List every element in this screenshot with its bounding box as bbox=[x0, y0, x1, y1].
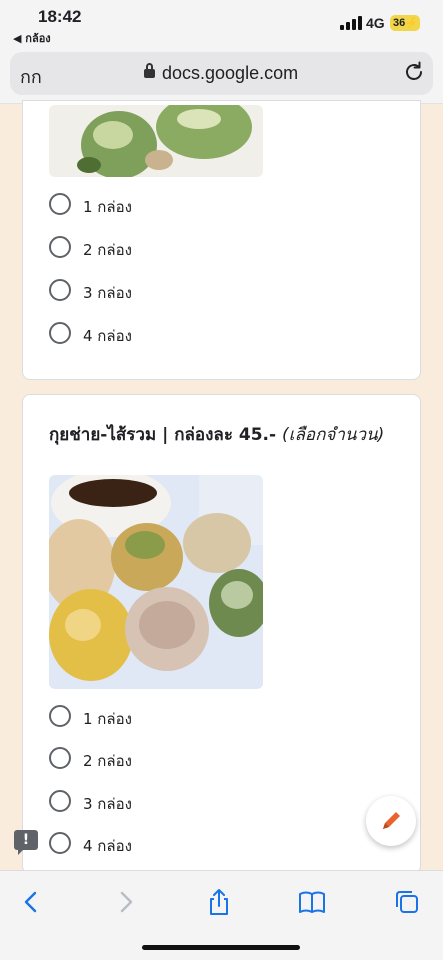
option-label: 4 กล่อง bbox=[83, 327, 132, 345]
forward-icon[interactable] bbox=[111, 887, 141, 917]
battery-icon: 36⚡ bbox=[390, 15, 420, 31]
option-1-box[interactable]: 1 กล่อง bbox=[49, 705, 249, 729]
network-type: 4G bbox=[366, 15, 385, 31]
question-title-text: กุยช่าย-ไส้รวม | กล่องละ 45.- bbox=[49, 425, 277, 445]
battery-level: 36 bbox=[393, 17, 406, 29]
option-label: 3 กล่อง bbox=[83, 795, 132, 813]
option-1-box[interactable]: 1 กล่อง bbox=[49, 193, 249, 217]
bookmarks-icon[interactable] bbox=[297, 887, 327, 917]
url-domain[interactable]: docs.google.com bbox=[162, 63, 298, 84]
address-bar[interactable]: กก docs.google.com bbox=[10, 52, 433, 95]
radio-button[interactable] bbox=[49, 832, 71, 854]
edit-response-button[interactable] bbox=[366, 796, 416, 846]
question-title: กุยช่าย-ไส้รวม | กล่องละ 45.- (เลือกจำนว… bbox=[49, 421, 384, 448]
question-note: (เลือกจำนวน) bbox=[282, 425, 385, 445]
option-label: 1 กล่อง bbox=[83, 710, 132, 728]
radio-button[interactable] bbox=[49, 705, 71, 727]
option-label: 2 กล่อง bbox=[83, 752, 132, 770]
signal-icon bbox=[340, 16, 362, 30]
radio-button[interactable] bbox=[49, 279, 71, 301]
feedback-icon[interactable]: ! bbox=[14, 830, 38, 855]
status-bar: 18:42 ◀ กล้อง 4G 36⚡ bbox=[0, 0, 443, 48]
radio-button[interactable] bbox=[49, 747, 71, 769]
option-4-box[interactable]: 4 กล่อง bbox=[49, 322, 249, 346]
tabs-icon[interactable] bbox=[392, 887, 422, 917]
back-to-app-link[interactable]: ◀ กล้อง bbox=[13, 29, 51, 47]
browser-address-area: กก docs.google.com bbox=[0, 48, 443, 104]
page-settings-button[interactable]: กก bbox=[20, 62, 42, 91]
option-label: 1 กล่อง bbox=[83, 198, 132, 216]
share-icon[interactable] bbox=[204, 887, 234, 917]
option-label: 2 กล่อง bbox=[83, 241, 132, 259]
radio-button[interactable] bbox=[49, 322, 71, 344]
radio-button[interactable] bbox=[49, 790, 71, 812]
option-3-box[interactable]: 3 กล่อง bbox=[49, 279, 249, 303]
lock-icon bbox=[144, 63, 155, 78]
back-icon[interactable] bbox=[16, 887, 46, 917]
option-label: 4 กล่อง bbox=[83, 837, 132, 855]
home-indicator[interactable] bbox=[142, 945, 300, 950]
radio-button[interactable] bbox=[49, 236, 71, 258]
dumpling-photo-mixed bbox=[49, 475, 263, 689]
clock: 18:42 bbox=[38, 7, 82, 26]
reload-icon[interactable] bbox=[402, 60, 426, 84]
dumpling-photo-chive bbox=[49, 105, 263, 177]
question-card-mixed-chive: กุยช่าย-ไส้รวม | กล่องละ 45.- (เลือกจำนว… bbox=[22, 394, 421, 874]
option-3-box[interactable]: 3 กล่อง bbox=[49, 790, 249, 814]
question-card-previous: 1 กล่อง 2 กล่อง 3 กล่อง 4 กล่อง bbox=[22, 100, 421, 380]
option-2-box[interactable]: 2 กล่อง bbox=[49, 747, 249, 771]
option-4-box[interactable]: 4 กล่อง bbox=[49, 832, 249, 856]
edit-pencil-icon bbox=[383, 812, 400, 829]
option-label: 3 กล่อง bbox=[83, 284, 132, 302]
option-2-box[interactable]: 2 กล่อง bbox=[49, 236, 249, 260]
radio-button[interactable] bbox=[49, 193, 71, 215]
